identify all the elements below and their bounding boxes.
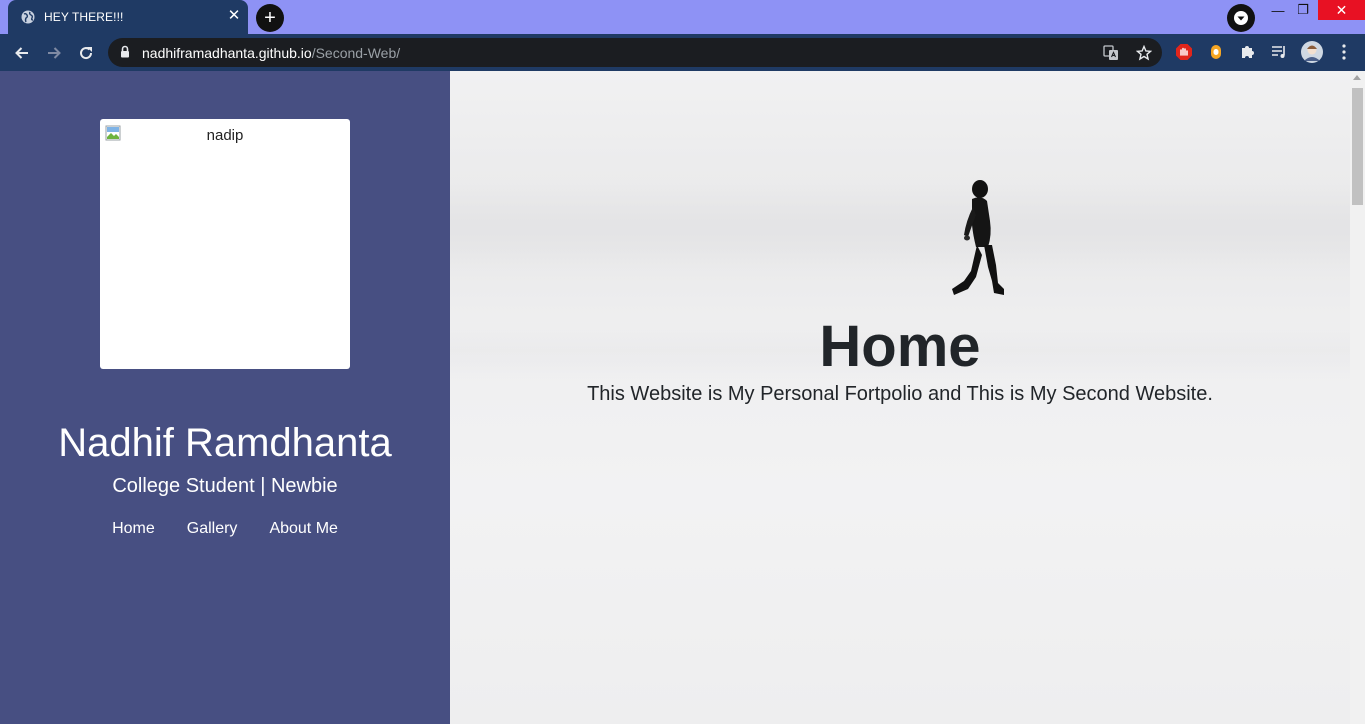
walking-person-image (952, 180, 1004, 295)
nav-about-me-link[interactable]: About Me (269, 520, 337, 538)
url-host: nadhiframadhanta.github.io (142, 45, 312, 61)
translate-icon[interactable] (1101, 43, 1121, 63)
new-tab-button[interactable]: + (256, 4, 284, 32)
url-path: /Second-Web/ (311, 45, 401, 61)
page-viewport: nadip Nadhif Ramdhanta College Student |… (0, 71, 1365, 724)
profile-photo: nadip (100, 119, 350, 369)
hero-section: Home This Website is My Personal Fortpol… (450, 71, 1350, 724)
hero-description: This Website is My Personal Fortpolio an… (587, 383, 1213, 405)
browser-tab[interactable]: HEY THERE!!! ✕ (8, 0, 248, 34)
vertical-scrollbar[interactable] (1350, 71, 1365, 724)
scrollbar-thumb[interactable] (1352, 88, 1363, 205)
media-queue-icon[interactable] (1268, 41, 1290, 63)
forward-button[interactable] (42, 41, 66, 65)
honey-extension-icon[interactable] (1205, 41, 1227, 63)
arrow-left-icon (15, 47, 28, 59)
sidebar: nadip Nadhif Ramdhanta College Student |… (0, 71, 450, 724)
back-button[interactable] (10, 41, 34, 65)
browser-toolbar: nadhiframadhanta.github.io/Second-Web/ (0, 34, 1365, 71)
tab-close-icon[interactable]: ✕ (226, 7, 242, 24)
close-window-button[interactable]: ✕ (1318, 0, 1365, 20)
kebab-menu-icon[interactable] (1333, 41, 1355, 63)
lock-icon (121, 45, 129, 58)
tab-strip: HEY THERE!!! ✕ + — ❐ ✕ (0, 0, 1365, 34)
reload-button[interactable] (74, 41, 98, 65)
bookmark-star-icon[interactable] (1134, 43, 1154, 63)
chevron-down-icon (1234, 11, 1248, 25)
scroll-up-arrow-icon[interactable] (1353, 75, 1361, 80)
maximize-button[interactable]: ❐ (1283, 0, 1323, 20)
tab-title: HEY THERE!!! (44, 10, 124, 24)
photo-alt-text: nadip (206, 127, 244, 144)
reload-icon (80, 47, 93, 60)
profile-subtitle: College Student | Newbie (112, 475, 338, 497)
nav-gallery-link[interactable]: Gallery (187, 520, 238, 538)
sidebar-nav: Home Gallery About Me (0, 520, 450, 538)
globe-icon (21, 10, 35, 24)
address-bar[interactable]: nadhiframadhanta.github.io/Second-Web/ (108, 38, 1162, 67)
tab-search-button[interactable] (1227, 4, 1255, 32)
avatar[interactable] (1300, 40, 1324, 64)
puzzle-icon[interactable] (1237, 41, 1259, 63)
profile-name: Nadhif Ramdhanta (58, 421, 392, 465)
url-text: nadhiframadhanta.github.io/Second-Web/ (142, 45, 400, 61)
hero-title: Home (819, 314, 981, 379)
nav-home-link[interactable]: Home (112, 520, 155, 538)
snow-haze (450, 181, 1350, 271)
arrow-right-icon (48, 47, 61, 59)
adblock-extension-icon[interactable] (1173, 41, 1195, 63)
